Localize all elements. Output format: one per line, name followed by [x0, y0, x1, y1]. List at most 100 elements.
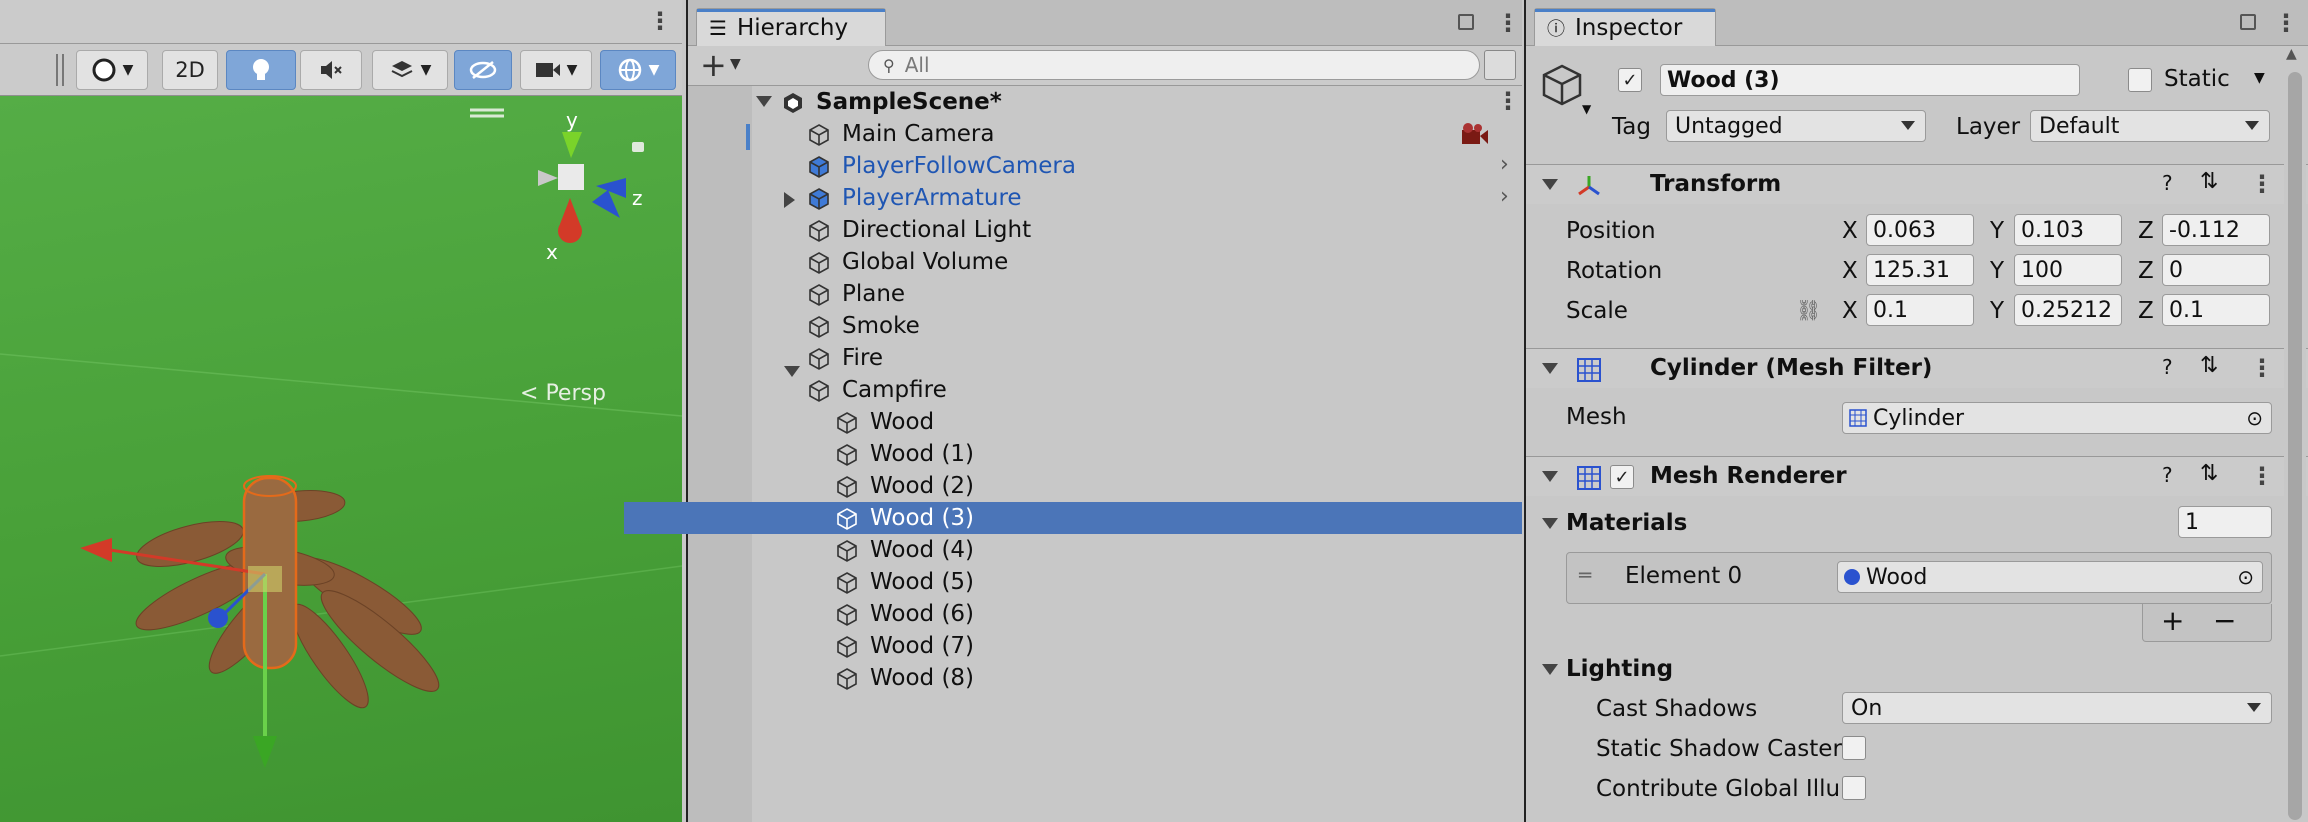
position-x-field[interactable]: 0.063 [1866, 214, 1974, 246]
mesh-renderer-menu-icon[interactable]: ⋮ [2250, 464, 2274, 488]
help-icon[interactable]: ? [2162, 463, 2173, 487]
presets-icon[interactable]: ⇅ [2200, 169, 2218, 194]
gizmos-button[interactable]: ▼ [600, 50, 676, 90]
icon-dropdown-icon[interactable]: ▼ [1582, 102, 1591, 116]
hierarchy-item[interactable]: Campfire [688, 374, 1522, 406]
hierarchy-child-item[interactable]: Wood (2) [688, 470, 1522, 502]
active-checkbox[interactable]: ✓ [1618, 68, 1642, 92]
position-z-field[interactable]: -0.112 [2162, 214, 2270, 246]
mode-2d-button[interactable]: 2D [162, 50, 218, 90]
hierarchy-menu-icon[interactable]: ⋮ [1496, 11, 1520, 35]
presets-icon[interactable]: ⇅ [2200, 461, 2218, 486]
player-armature-foldout-icon[interactable] [784, 192, 795, 208]
orientation-gizmo[interactable]: y z x [508, 106, 658, 266]
position-y-field[interactable]: 0.103 [2014, 214, 2122, 246]
materials-foldout-icon[interactable] [1542, 518, 1558, 529]
help-icon[interactable]: ? [2162, 355, 2173, 379]
rotation-y-field[interactable]: 100 [2014, 254, 2122, 286]
transform-foldout-icon[interactable] [1542, 179, 1558, 190]
help-icon[interactable]: ? [2162, 171, 2173, 195]
hierarchy-item[interactable]: Smoke [688, 310, 1522, 342]
hierarchy-child-item[interactable]: Wood (7) [688, 630, 1522, 662]
tag-dropdown[interactable]: Untagged [1666, 110, 1926, 142]
hierarchy-item[interactable]: PlayerFollowCamera [688, 150, 1522, 182]
remove-element-button[interactable]: − [2213, 604, 2236, 637]
mesh-filter-header[interactable]: Cylinder (Mesh Filter) ? ⇅ ⋮ [1526, 348, 2308, 388]
object-picker-icon[interactable]: ⊙ [2246, 406, 2263, 430]
mesh-object-field[interactable]: Cylinder ⊙ [1842, 402, 2272, 434]
materials-size-field[interactable]: 1 [2178, 506, 2272, 538]
mesh-renderer-foldout-icon[interactable] [1542, 471, 1558, 482]
mesh-filter-menu-icon[interactable]: ⋮ [2250, 356, 2274, 380]
effects-button[interactable]: ▼ [372, 50, 448, 90]
cast-shadows-value: On [1851, 695, 1883, 721]
transform-header[interactable]: Transform ? ⇅ ⋮ [1526, 164, 2308, 204]
element-0-object-field[interactable]: Wood ⊙ [1837, 561, 2263, 593]
lighting-foldout-icon[interactable] [1542, 664, 1558, 675]
hierarchy-child-item[interactable]: Wood (6) [688, 598, 1522, 630]
hierarchy-item[interactable]: Global Volume [688, 246, 1522, 278]
hierarchy-child-label: Wood (5) [870, 569, 975, 595]
campfire-foldout-icon[interactable] [784, 366, 800, 377]
create-add-icon[interactable]: + [700, 46, 727, 84]
object-picker-icon[interactable]: ⊙ [2237, 565, 2254, 589]
inspector-scrollbar-thumb[interactable] [2288, 72, 2302, 820]
scale-link-icon[interactable]: ⛓ [1796, 298, 1821, 322]
hierarchy-item[interactable]: Plane [688, 278, 1522, 310]
add-element-button[interactable]: + [2161, 604, 2184, 637]
tab-inspector[interactable]: ⓘ Inspector [1534, 8, 1716, 46]
scene-visibility-button[interactable] [454, 50, 512, 90]
hierarchy-item-selected[interactable]: Wood (3) [624, 502, 1522, 534]
shading-mode-button[interactable]: ▼ [76, 50, 148, 90]
drag-handle-icon[interactable]: ═ [1579, 563, 1591, 587]
lighting-toggle-button[interactable] [226, 50, 296, 90]
layer-dropdown[interactable]: Default [2030, 110, 2270, 142]
transform-menu-icon[interactable]: ⋮ [2250, 172, 2274, 196]
scale-z-field[interactable]: 0.1 [2162, 294, 2270, 326]
scene-search-icon[interactable] [1484, 50, 1516, 80]
mesh-renderer-enabled-checkbox[interactable]: ✓ [1610, 465, 1634, 489]
scene-menu-icon[interactable]: ⋮ [648, 9, 672, 33]
hierarchy-child-item[interactable]: Wood (5) [688, 566, 1522, 598]
hierarchy-item[interactable]: Fire [688, 342, 1522, 374]
static-dropdown-icon[interactable]: ▼ [2254, 70, 2265, 86]
hierarchy-search-input[interactable]: ⚲ All [868, 50, 1480, 80]
rotation-z-field[interactable]: 0 [2162, 254, 2270, 286]
mesh-renderer-header[interactable]: ✓ Mesh Renderer ? ⇅ ⋮ [1526, 456, 2308, 496]
tab-hierarchy[interactable]: ☰ Hierarchy [696, 8, 886, 46]
scene-viewport[interactable]: y z x < Persp [0, 96, 682, 822]
prefab-open-icon[interactable]: › [1500, 152, 1509, 177]
create-dropdown-icon[interactable]: ▼ [730, 56, 741, 72]
inspector-menu-icon[interactable]: ⋮ [2274, 11, 2298, 35]
scene-foldout-icon[interactable] [756, 96, 772, 107]
static-shadow-caster-checkbox[interactable] [1842, 736, 1866, 760]
camera-settings-button[interactable]: ▼ [520, 50, 592, 90]
hierarchy-child-item[interactable]: Wood [688, 406, 1522, 438]
scale-x-field[interactable]: 0.1 [1866, 294, 1974, 326]
element-0-value: Wood [1866, 564, 1928, 590]
scene-root-row[interactable]: SampleScene* ⋮ [688, 86, 1522, 118]
scroll-up-icon[interactable]: ▲ [2286, 46, 2297, 62]
scale-y-field[interactable]: 0.25212 [2014, 294, 2122, 326]
lock-icon[interactable] [1458, 14, 1474, 30]
hierarchy-child-item[interactable]: Wood (4) [688, 534, 1522, 566]
mesh-filter-foldout-icon[interactable] [1542, 363, 1558, 374]
gameobject-cube-icon [808, 284, 830, 306]
hierarchy-child-item[interactable]: Wood (1) [688, 438, 1522, 470]
presets-icon[interactable]: ⇅ [2200, 353, 2218, 378]
rotation-x-field[interactable]: 125.31 [1866, 254, 1974, 286]
cast-shadows-dropdown[interactable]: On [1842, 692, 2272, 724]
contribute-gi-checkbox[interactable] [1842, 776, 1866, 800]
projection-toggle[interactable]: < Persp [520, 381, 606, 406]
gizmo-lock-icon[interactable] [632, 142, 644, 152]
hierarchy-item[interactable]: Main Camera [688, 118, 1522, 150]
lock-icon[interactable] [2240, 14, 2256, 30]
hierarchy-item[interactable]: PlayerArmature [688, 182, 1522, 214]
object-name-field[interactable]: Wood (3) [1660, 64, 2080, 96]
audio-toggle-button[interactable] [300, 50, 362, 90]
scene-menu-icon[interactable]: ⋮ [1496, 89, 1520, 113]
prefab-open-icon-2[interactable]: › [1500, 184, 1509, 209]
hierarchy-child-item[interactable]: Wood (8) [688, 662, 1522, 694]
static-checkbox[interactable] [2128, 68, 2152, 92]
hierarchy-item[interactable]: Directional Light [688, 214, 1522, 246]
